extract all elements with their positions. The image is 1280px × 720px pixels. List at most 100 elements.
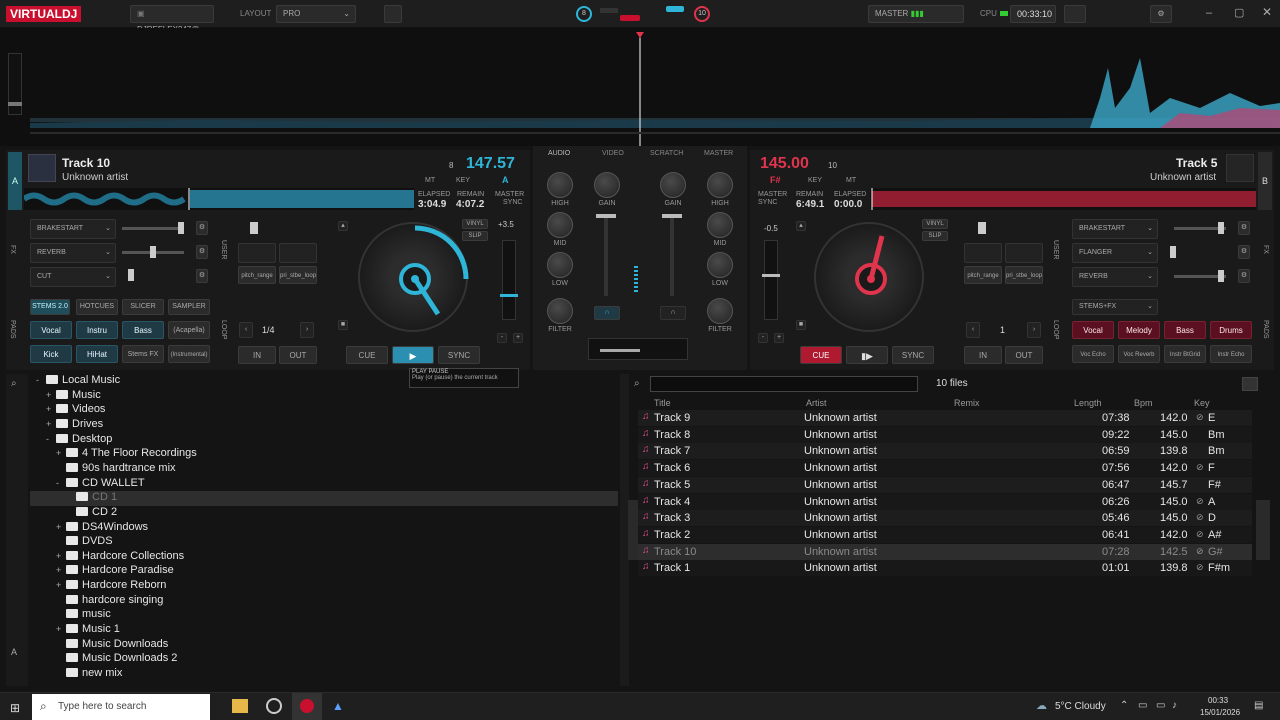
left-eject-icon[interactable]: ▴ bbox=[338, 221, 348, 231]
right-mt[interactable]: MT bbox=[846, 177, 856, 184]
right-mid-knob[interactable] bbox=[707, 212, 733, 238]
right-stop-icon[interactable]: ■ bbox=[796, 320, 806, 330]
left-cue-button[interactable]: CUE bbox=[346, 346, 388, 364]
master-volume[interactable]: MASTER ▮▮▮ bbox=[868, 5, 964, 23]
table-row[interactable]: ♫ Track 10 Unknown artist 07:28 142.5 ⊘ G# bbox=[638, 543, 1252, 560]
left-fx3-settings-icon[interactable]: ⚙ bbox=[196, 269, 208, 283]
left-pad-instru[interactable]: Instru bbox=[76, 321, 118, 339]
right-key-value[interactable]: F# bbox=[770, 175, 781, 185]
left-pitch-range-button[interactable]: pitch_range bbox=[238, 266, 276, 284]
table-row[interactable]: ♫ Track 3 Unknown artist 05:46 145.0 ⊘ D bbox=[638, 510, 1252, 527]
crossfader-handle[interactable] bbox=[600, 349, 640, 352]
left-loop-half-button[interactable]: ‹ bbox=[239, 322, 253, 338]
weather-icon[interactable]: ☁ bbox=[1036, 699, 1047, 712]
right-high-knob[interactable] bbox=[707, 172, 733, 198]
right-user-pad-2[interactable] bbox=[1005, 243, 1043, 263]
right-pitch-handle[interactable] bbox=[762, 274, 780, 277]
table-row[interactable]: ♫ Track 6 Unknown artist 07:56 142.0 ⊘ F bbox=[638, 460, 1252, 477]
tree-item[interactable]: - Local Music bbox=[36, 374, 120, 388]
col-bpm[interactable]: Bpm bbox=[1134, 398, 1153, 408]
tree-item[interactable]: + Drives bbox=[46, 418, 103, 432]
right-volume-handle[interactable] bbox=[662, 214, 682, 218]
left-fx3-select[interactable]: CUT ⌄ bbox=[30, 267, 116, 287]
tree-item[interactable]: - CD WALLET bbox=[56, 477, 145, 491]
right-play-pause-button[interactable]: ▮▶ bbox=[846, 346, 888, 364]
tab-audio[interactable]: AUDIO bbox=[548, 150, 570, 157]
left-filter-knob[interactable] bbox=[547, 298, 573, 324]
left-low-knob[interactable] bbox=[547, 252, 573, 278]
tree-item[interactable]: + Hardcore Paradise bbox=[56, 564, 174, 578]
expand-icon[interactable]: + bbox=[56, 565, 66, 575]
right-fx2-handle[interactable] bbox=[1170, 246, 1176, 258]
tree-item[interactable]: + DS4Windows bbox=[56, 521, 148, 535]
left-gain-knob[interactable] bbox=[594, 172, 620, 198]
expand-icon[interactable]: + bbox=[56, 448, 66, 458]
minimize-icon[interactable]: – bbox=[1206, 7, 1212, 19]
tree-item[interactable]: +4 The Floor Recordings bbox=[56, 447, 197, 461]
right-user-pad-1[interactable] bbox=[964, 243, 1002, 263]
left-deck-letter[interactable]: A bbox=[8, 152, 22, 210]
right-fx3-select[interactable]: REVERB ⌄ bbox=[1072, 267, 1158, 287]
left-user-pad-1[interactable] bbox=[238, 243, 276, 263]
left-fx1-select[interactable]: BRAKESTART ⌄ bbox=[30, 219, 116, 239]
right-pad-vocal[interactable]: Vocal bbox=[1072, 321, 1114, 339]
col-artist[interactable]: Artist bbox=[806, 398, 827, 408]
windows-start-icon[interactable]: ⊞ bbox=[10, 701, 20, 715]
left-mid-knob[interactable] bbox=[547, 212, 573, 238]
tray-volume-icon[interactable]: ♪ bbox=[1172, 700, 1177, 711]
left-fx3-handle[interactable] bbox=[128, 269, 134, 281]
expand-icon[interactable]: + bbox=[46, 390, 56, 400]
tab-slicer[interactable]: SLICER bbox=[122, 299, 164, 315]
tab-video[interactable]: VIDEO bbox=[602, 150, 624, 157]
collapse-icon[interactable]: - bbox=[36, 375, 46, 385]
right-track-waveform[interactable] bbox=[870, 188, 1256, 210]
taskbar-date[interactable]: 15/01/2026 bbox=[1200, 708, 1240, 717]
right-fx1-select[interactable]: BRAKESTART ⌄ bbox=[1072, 219, 1158, 239]
left-pad-kick[interactable]: Kick bbox=[30, 345, 72, 363]
table-row[interactable]: ♫ Track 4 Unknown artist 06:26 145.0 ⊘ A bbox=[638, 493, 1252, 510]
right-pitch-range-button[interactable]: pitch_range bbox=[964, 266, 1002, 284]
left-fx1-slider[interactable] bbox=[122, 227, 184, 230]
tree-item[interactable]: + Music 1 bbox=[56, 623, 120, 637]
right-user-slider[interactable] bbox=[978, 222, 986, 234]
right-pad-instr-btgrid[interactable]: Instr BtGrid bbox=[1164, 345, 1206, 363]
left-fx1-handle[interactable] bbox=[178, 222, 184, 234]
left-pad-acapella[interactable]: (Acapella) bbox=[168, 321, 210, 339]
left-loop-in-button[interactable]: IN bbox=[238, 346, 276, 364]
table-row[interactable]: ♫ Track 5 Unknown artist 06:47 145.7 F# bbox=[638, 476, 1252, 493]
tab-scratch[interactable]: SCRATCH bbox=[650, 150, 683, 157]
list-view-icon[interactable] bbox=[1242, 377, 1258, 391]
layout-select[interactable]: PRO ⌄ bbox=[276, 5, 356, 23]
left-loop-double-button[interactable]: › bbox=[300, 322, 314, 338]
left-volume-handle[interactable] bbox=[596, 214, 616, 218]
right-pad-voc-echo[interactable]: Voc Echo bbox=[1072, 345, 1114, 363]
right-pad-voc-reverb[interactable]: Voc Reverb bbox=[1118, 345, 1160, 363]
right-deck-letter[interactable]: B bbox=[1258, 152, 1272, 210]
right-volume-fader[interactable] bbox=[670, 216, 674, 296]
left-pad-bass[interactable]: Bass bbox=[122, 321, 164, 339]
table-row[interactable]: ♫ Track 9 Unknown artist 07:38 142.0 ⊘ E bbox=[638, 410, 1252, 426]
app-icon[interactable]: ▲ bbox=[332, 699, 348, 713]
tree-item[interactable]: CD 2 bbox=[66, 506, 117, 520]
waveform-overview[interactable] bbox=[0, 28, 1280, 146]
tab-stems-2[interactable]: STEMS 2.0 bbox=[30, 299, 70, 315]
tree-item[interactable]: + Music bbox=[46, 389, 101, 403]
collapse-icon[interactable]: - bbox=[46, 434, 56, 444]
right-fx2-settings-icon[interactable]: ⚙ bbox=[1238, 245, 1250, 259]
virtualdj-taskbar-app[interactable] bbox=[292, 693, 322, 720]
left-fx2-settings-icon[interactable]: ⚙ bbox=[196, 245, 208, 259]
col-remix[interactable]: Remix bbox=[954, 398, 980, 408]
browser-app-icon[interactable] bbox=[266, 698, 282, 714]
expand-icon[interactable]: + bbox=[46, 404, 56, 414]
tree-item[interactable]: + Hardcore Reborn bbox=[56, 579, 166, 593]
record-button[interactable] bbox=[384, 5, 402, 23]
left-pri-stbe-loop-button[interactable]: pri_stbe_loop bbox=[279, 266, 317, 284]
table-row[interactable]: ♫ Track 2 Unknown artist 06:41 142.0 ⊘ A# bbox=[638, 526, 1252, 543]
expand-icon[interactable]: + bbox=[56, 551, 66, 561]
tree-item[interactable]: hardcore singing bbox=[56, 594, 163, 608]
left-headphone-cue-icon[interactable]: ∩ bbox=[594, 306, 620, 320]
tree-item[interactable]: + Hardcore Collections bbox=[56, 550, 184, 564]
sidebar-a-icon[interactable]: A bbox=[11, 647, 17, 657]
right-fx1-handle[interactable] bbox=[1218, 222, 1224, 234]
col-length[interactable]: Length bbox=[1074, 398, 1102, 408]
